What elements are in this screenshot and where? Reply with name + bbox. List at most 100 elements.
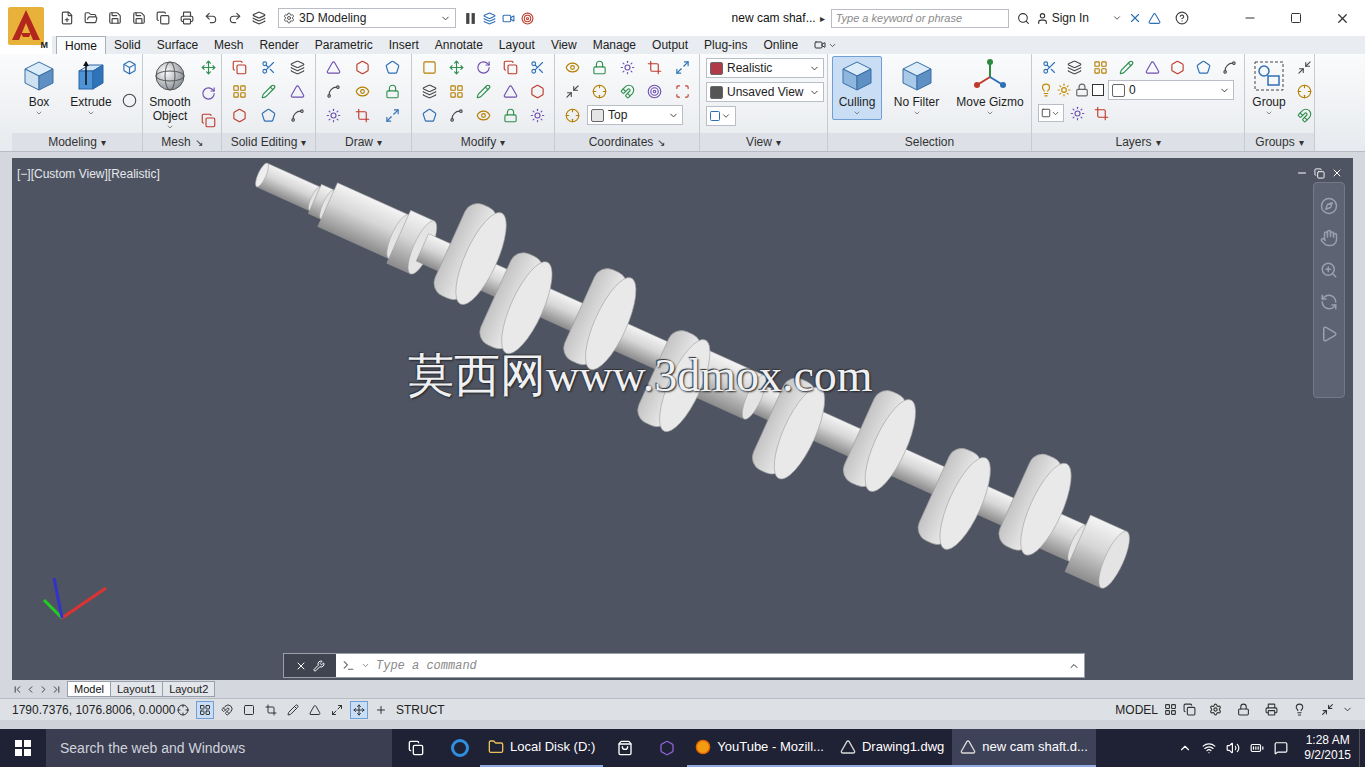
tool-icon[interactable] <box>286 56 308 78</box>
ribbon-group-label[interactable]: Modify▾ <box>412 133 554 151</box>
ribbon-tab[interactable]: Home <box>56 36 106 54</box>
tool-icon[interactable] <box>1064 56 1086 78</box>
taskbar-app[interactable]: Local Disk (D:) <box>480 729 603 767</box>
taskbar-search[interactable]: Search the web and Windows <box>46 729 392 767</box>
status-toggle-icon[interactable] <box>284 701 302 719</box>
pan-icon[interactable] <box>1320 229 1338 247</box>
ribbon-tab[interactable]: Surface <box>149 36 206 54</box>
ribbon-group-label[interactable]: Draw▾ <box>316 133 411 151</box>
viewport-close-icon[interactable] <box>1331 167 1343 179</box>
layer-state[interactable] <box>1038 104 1064 122</box>
ribbon-group-label[interactable]: Groups▾ <box>1245 133 1314 151</box>
quick-access-icon[interactable] <box>82 9 100 27</box>
taskbar-app[interactable]: Drawing1.dwg <box>832 729 952 767</box>
viewport-label[interactable]: [−][Custom View][Realistic] <box>17 165 160 183</box>
application-menu[interactable]: M <box>0 0 52 54</box>
struct-label[interactable]: STRUCT <box>396 701 445 719</box>
tool-icon[interactable] <box>561 80 583 102</box>
viewport-restore-icon[interactable] <box>1314 168 1325 179</box>
ribbon-tab[interactable]: Online <box>755 36 806 54</box>
ribbon-group-label[interactable]: Modeling▾ <box>12 133 142 151</box>
tool-icon[interactable] <box>1293 56 1314 78</box>
taskbar-app[interactable]: YouTube - Mozill... <box>687 729 832 767</box>
tool-icon[interactable] <box>418 56 440 78</box>
ribbon-tab[interactable]: Manage <box>585 36 644 54</box>
tool-icon[interactable] <box>1090 56 1112 78</box>
dropdown[interactable]: Top <box>587 105 683 125</box>
tool-icon[interactable] <box>561 104 583 126</box>
tool-icon[interactable] <box>527 104 549 126</box>
layout-tab[interactable]: Model <box>67 681 111 697</box>
tool-icon[interactable] <box>322 104 344 126</box>
minimize-button[interactable] <box>1227 3 1273 33</box>
ribbon-tab[interactable]: Annotate <box>427 36 491 54</box>
ribbon-tab[interactable]: Solid <box>106 36 149 54</box>
tool-icon[interactable] <box>228 56 250 78</box>
quick-access-icon[interactable] <box>202 9 220 27</box>
quick-access-icon[interactable] <box>106 9 124 27</box>
store-icon[interactable] <box>603 740 647 756</box>
ribbon-button[interactable]: Move Gizmo <box>951 56 1029 120</box>
tool-icon[interactable] <box>500 56 522 78</box>
dropdown[interactable]: 0 <box>1108 80 1234 100</box>
ribbon-tab[interactable]: Plug-ins <box>696 36 755 54</box>
close-button[interactable] <box>1319 3 1365 33</box>
orbit-icon[interactable] <box>1320 293 1338 311</box>
tool-icon[interactable] <box>322 56 344 78</box>
tool-icon[interactable] <box>1141 56 1163 78</box>
maximize-button[interactable] <box>1273 3 1319 33</box>
tool-icon[interactable] <box>352 56 374 78</box>
status-toggle-icon[interactable] <box>174 701 192 719</box>
tool-icon[interactable] <box>286 104 308 126</box>
drawing-viewport[interactable]: [−][Custom View][Realistic]莫西网www.3dmox.… <box>12 158 1353 680</box>
status-toggle-icon[interactable] <box>372 701 390 719</box>
ribbon-tab[interactable]: Mesh <box>206 36 251 54</box>
tool-icon[interactable] <box>228 80 250 102</box>
customize-icon[interactable] <box>313 660 325 672</box>
tool-icon[interactable] <box>472 56 494 78</box>
tool-icon[interactable] <box>472 80 494 102</box>
ribbon-tab[interactable]: Insert <box>381 36 427 54</box>
tool-icon[interactable] <box>589 56 611 78</box>
ribbon-button[interactable]: No Filter <box>888 56 945 120</box>
tool-icon[interactable] <box>1218 56 1240 78</box>
tool-icon[interactable] <box>616 56 638 78</box>
taskbar-app[interactable]: new cam shaft.d... <box>952 729 1096 767</box>
showmotion-icon[interactable] <box>1320 325 1338 343</box>
ribbon-button[interactable]: Smooth Object <box>145 56 195 133</box>
tool-icon[interactable] <box>644 56 666 78</box>
tool-icon[interactable] <box>1090 102 1112 124</box>
ribbon-tab[interactable]: View <box>543 36 585 54</box>
status-toggle-icon[interactable] <box>196 701 214 719</box>
edge-icon[interactable] <box>440 739 480 757</box>
status-toggle-icon[interactable] <box>350 701 368 719</box>
tool-icon[interactable] <box>445 80 467 102</box>
layout-tab[interactable]: Layout2 <box>162 681 215 697</box>
tool-icon[interactable] <box>257 104 279 126</box>
tool-icon[interactable] <box>381 104 403 126</box>
ribbon-group-label[interactable]: View▾ <box>700 133 827 151</box>
steering-wheel-icon[interactable] <box>1320 197 1338 215</box>
status-toggle-icon[interactable] <box>262 701 280 719</box>
ribbon-tab[interactable]: Output <box>644 36 696 54</box>
tool-icon[interactable] <box>352 104 374 126</box>
model-space-button[interactable]: MODEL <box>1115 701 1158 719</box>
tool-icon[interactable] <box>644 80 666 102</box>
tool-icon[interactable] <box>257 56 279 78</box>
close-command-icon[interactable] <box>295 660 307 672</box>
tool-icon[interactable] <box>1193 56 1215 78</box>
status-toggle-icon[interactable] <box>240 701 258 719</box>
command-input[interactable]: Type a command <box>336 654 1064 677</box>
viewport-minimize-icon[interactable] <box>1296 167 1308 179</box>
tool-icon[interactable] <box>228 104 250 126</box>
tool-icon[interactable] <box>500 80 522 102</box>
tool-icon[interactable] <box>561 56 583 78</box>
tool-icon[interactable] <box>589 80 611 102</box>
tool-icon[interactable] <box>527 80 549 102</box>
ribbon-button[interactable]: Culling <box>832 56 882 120</box>
tool-icon[interactable] <box>500 104 522 126</box>
ribbon-tab[interactable]: Parametric <box>307 36 381 54</box>
tool-icon[interactable] <box>1115 56 1137 78</box>
view-tool[interactable] <box>706 106 736 126</box>
status-icon[interactable] <box>1290 701 1308 719</box>
